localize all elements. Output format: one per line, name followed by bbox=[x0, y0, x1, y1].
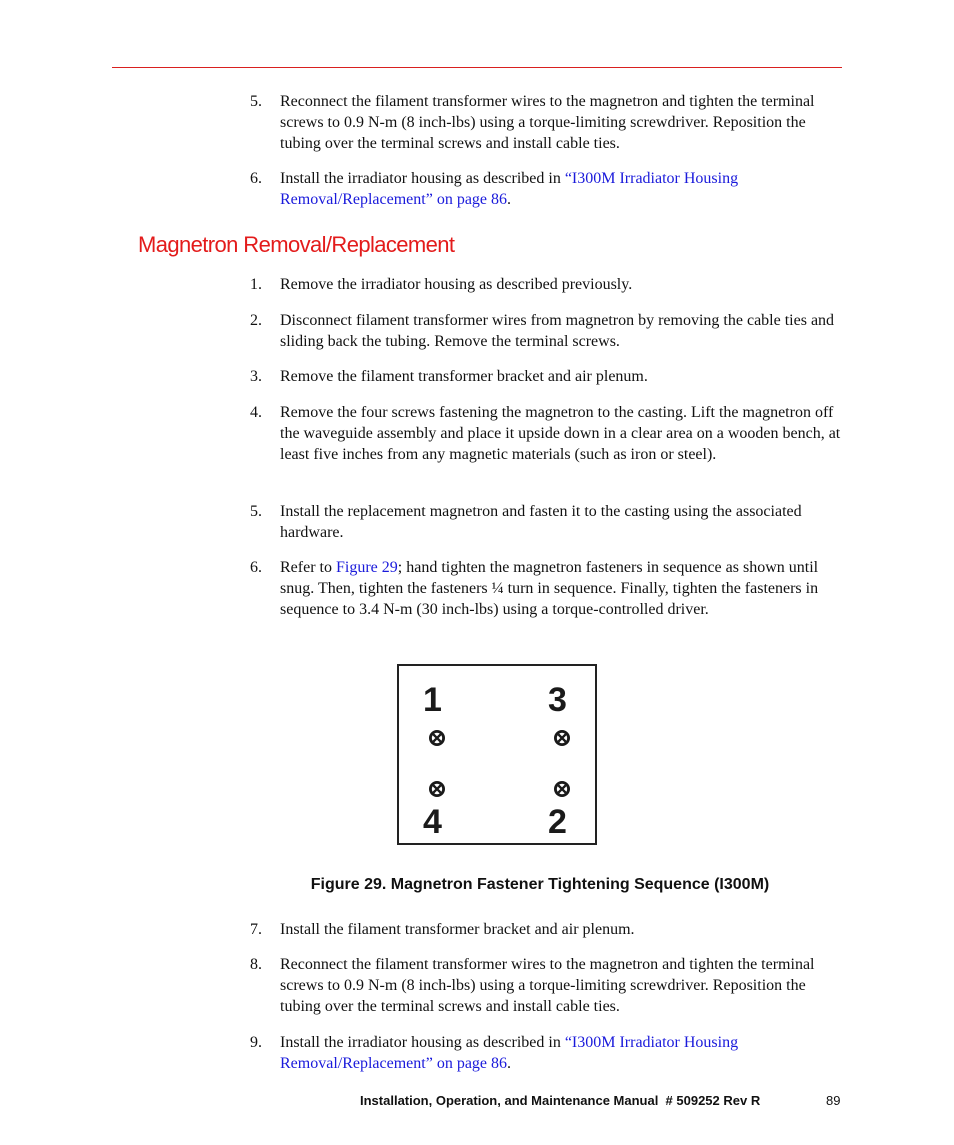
list-item: 6. Install the irradiator housing as des… bbox=[250, 168, 850, 210]
sequence-label-1: 1 bbox=[423, 681, 442, 719]
list-item: 5. Reconnect the filament transformer wi… bbox=[250, 91, 850, 154]
figure-29-link[interactable]: Figure 29 bbox=[336, 559, 398, 576]
step-text: Reconnect the filament transformer wires… bbox=[280, 93, 815, 152]
list-item: 7. Install the filament transformer brac… bbox=[250, 919, 850, 940]
screw-icon bbox=[554, 781, 570, 797]
step-text: Reconnect the filament transformer wires… bbox=[280, 956, 815, 1015]
step-number: 3. bbox=[250, 368, 262, 385]
step-number: 1. bbox=[250, 276, 262, 293]
step-text-part: Install the irradiator housing as descri… bbox=[280, 170, 565, 187]
step-number: 6. bbox=[250, 559, 262, 576]
page-number: 89 bbox=[826, 1093, 841, 1108]
step-number: 8. bbox=[250, 956, 262, 973]
screw-icon bbox=[429, 730, 445, 746]
step-text: Remove the four screws fastening the mag… bbox=[280, 404, 841, 463]
step-text: Install the replacement magnetron and fa… bbox=[280, 503, 802, 541]
figure-caption: Figure 29. Magnetron Fastener Tightening… bbox=[310, 876, 770, 893]
step-text: Remove the filament transformer bracket … bbox=[280, 368, 648, 385]
step-text: Remove the irradiator housing as describ… bbox=[280, 276, 633, 293]
step-number: 7. bbox=[250, 921, 262, 938]
header-rule bbox=[112, 67, 842, 68]
sequence-label-4: 4 bbox=[423, 803, 442, 841]
list-item: 1. Remove the irradiator housing as desc… bbox=[250, 274, 850, 295]
step-number: 5. bbox=[250, 93, 262, 110]
sequence-label-2: 2 bbox=[548, 803, 567, 841]
list-item: 9. Install the irradiator housing as des… bbox=[250, 1032, 850, 1074]
step-text: Disconnect filament transformer wires fr… bbox=[280, 312, 835, 350]
list-item: 6. Refer to Figure 29; hand tighten the … bbox=[250, 557, 850, 620]
list-item: 8. Reconnect the filament transformer wi… bbox=[250, 954, 850, 1017]
list-item: 4. Remove the four screws fastening the … bbox=[250, 402, 850, 465]
list-item: 2. Disconnect filament transformer wires… bbox=[250, 310, 850, 352]
step-text: Install the irradiator housing as descri… bbox=[280, 1032, 850, 1074]
step-number: 5. bbox=[250, 503, 262, 520]
step-text-part: Install the irradiator housing as descri… bbox=[280, 1034, 565, 1051]
step-number: 6. bbox=[250, 170, 262, 187]
sequence-label-3: 3 bbox=[548, 681, 567, 719]
footer-manual-title: Installation, Operation, and Maintenance… bbox=[360, 1093, 761, 1108]
screw-icon bbox=[429, 781, 445, 797]
step-text-part: . bbox=[507, 1055, 512, 1072]
step-text-part: Refer to bbox=[280, 559, 336, 576]
section-heading: Magnetron Removal/Replacement bbox=[138, 232, 455, 257]
step-text: Install the irradiator housing as descri… bbox=[280, 168, 850, 210]
list-item: 5. Install the replacement magnetron and… bbox=[250, 501, 850, 543]
step-number: 4. bbox=[250, 404, 262, 421]
step-number: 2. bbox=[250, 312, 262, 329]
step-text: Install the filament transformer bracket… bbox=[280, 921, 635, 938]
step-number: 9. bbox=[250, 1034, 262, 1051]
step-text: Refer to Figure 29; hand tighten the mag… bbox=[280, 557, 850, 620]
fastener-sequence-figure: 1 3 4 2 bbox=[397, 664, 597, 845]
list-item: 3. Remove the filament transformer brack… bbox=[250, 366, 850, 387]
step-text-part: . bbox=[507, 191, 512, 208]
screw-icon bbox=[554, 730, 570, 746]
